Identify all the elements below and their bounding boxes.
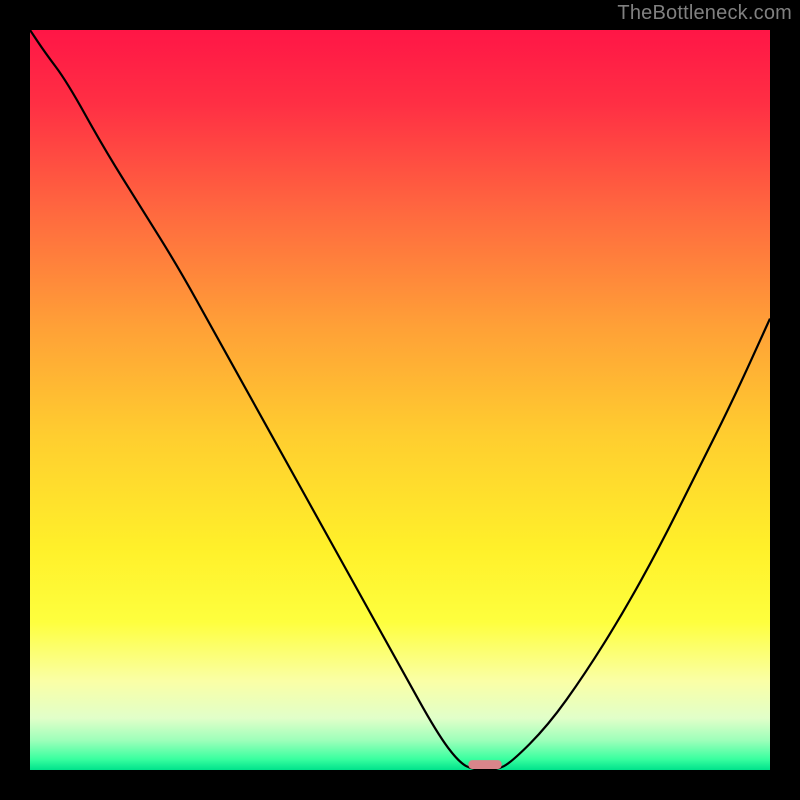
chart-svg [30,30,770,770]
optimum-marker [468,760,501,769]
watermark-text: TheBottleneck.com [617,2,792,25]
gradient-rect [30,30,770,770]
plot-area [30,30,770,770]
chart-frame: TheBottleneck.com [0,0,800,800]
